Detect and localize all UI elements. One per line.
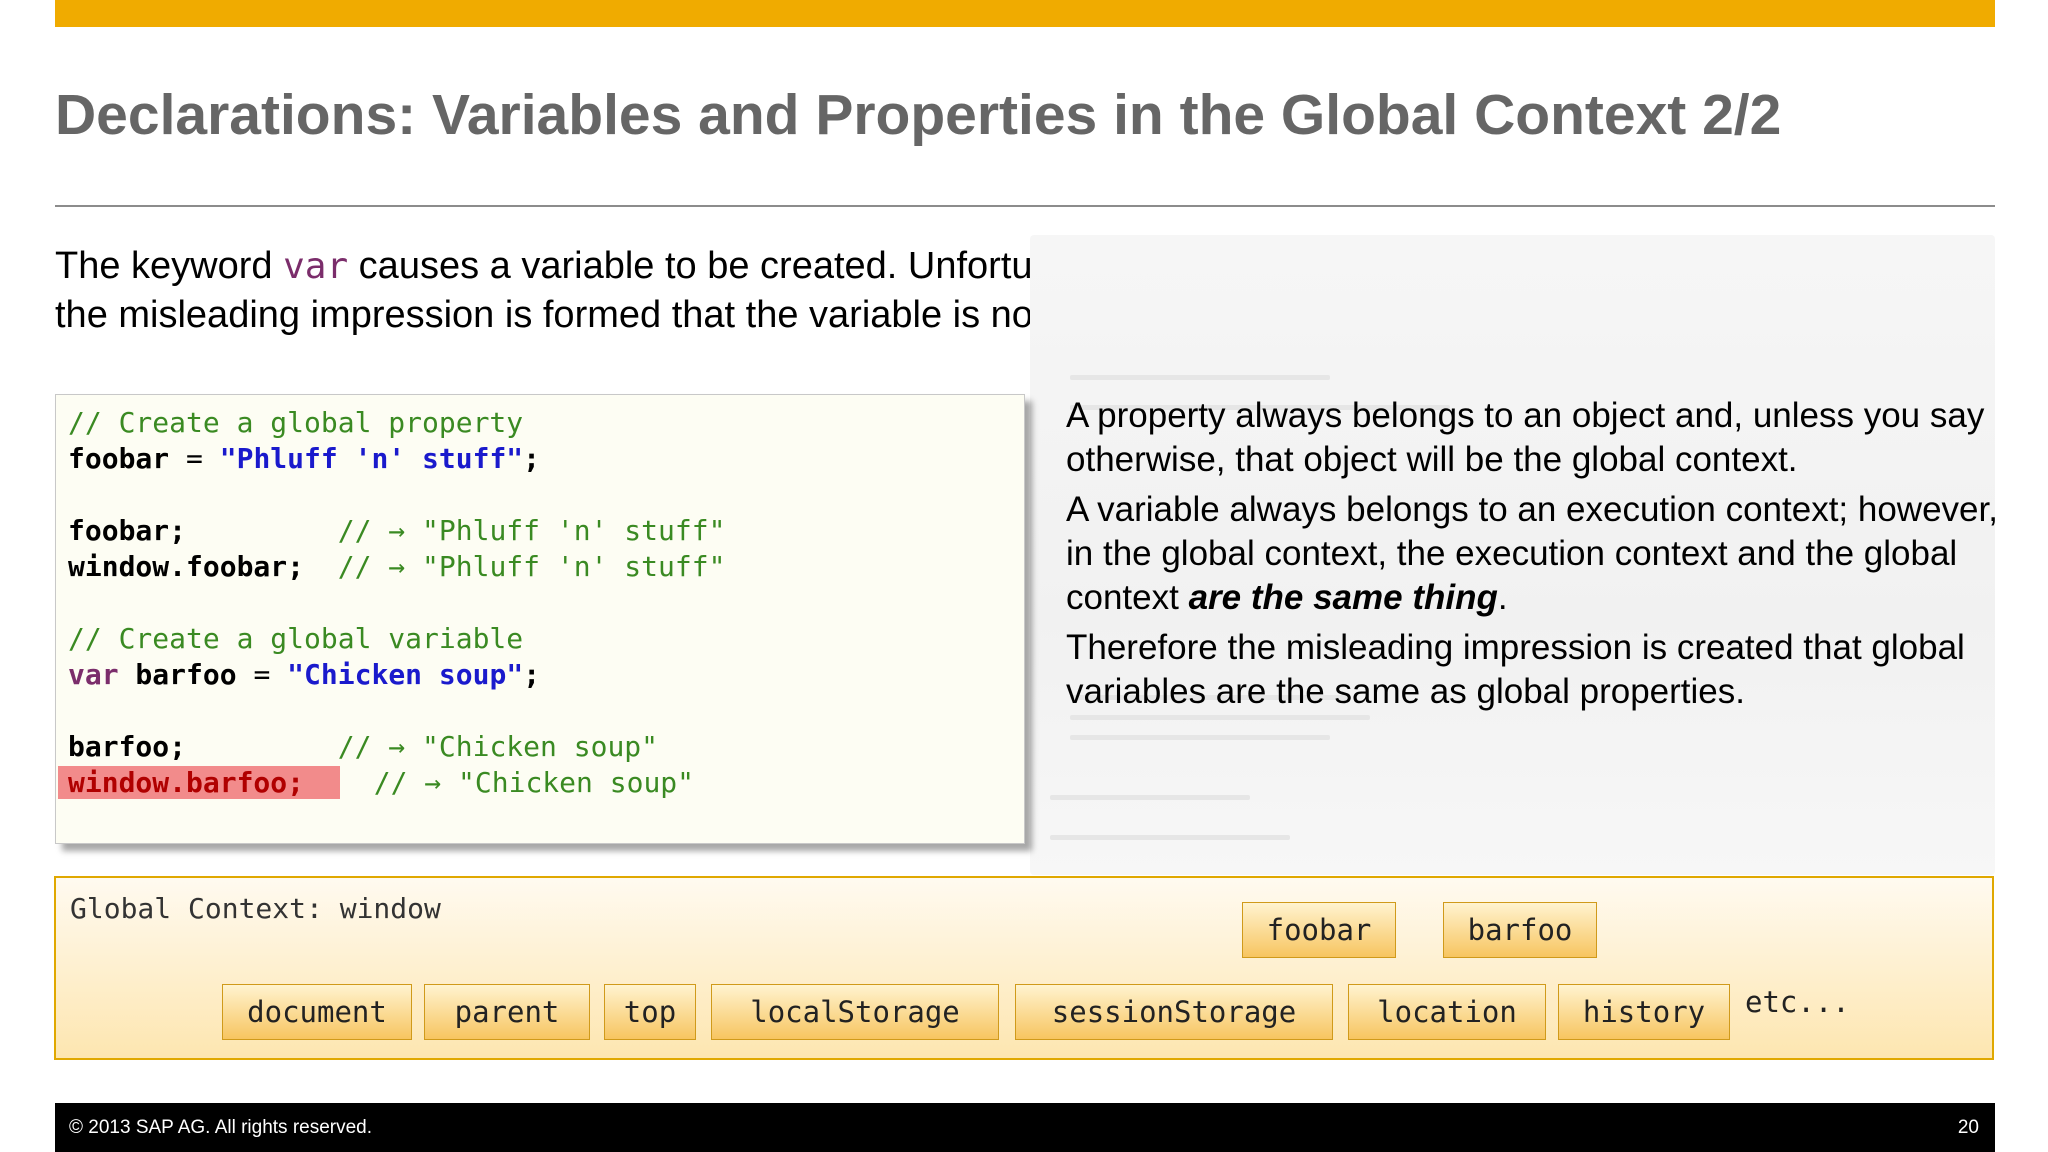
code-keyword: var [68,658,119,691]
emphasis-text: are the same thing [1188,578,1498,617]
code-example-box: // Create a global property foobar = "Ph… [55,394,1025,844]
intro-text-before: The keyword [55,245,284,287]
ghost-line [1070,735,1330,740]
code-block: // Create a global property foobar = "Ph… [58,405,726,801]
page-number: 20 [1957,1117,1979,1138]
code-semicolon: ; [523,658,541,691]
code-result-comment: // → "Chicken soup" [373,766,695,799]
slide-title: Declarations: Variables and Properties i… [55,83,1782,147]
code-comment: // Create a global property [68,406,524,439]
explanation-paragraph-conclusion: Therefore the misleading impression is c… [1066,628,1965,711]
code-highlighted-identifier: window.barfoo; [58,766,341,799]
explanation-paragraph-property: A property always belongs to an object a… [1066,396,1985,479]
explanation-text-after: . [1497,578,1508,617]
chip-document: document [222,984,412,1040]
code-string: "Phluff 'n' stuff" [219,442,524,475]
code-string: "Chicken soup" [287,658,524,691]
code-operator: = [236,658,288,691]
intro-keyword: var [283,246,349,287]
etc-label: etc... [1745,985,1850,1019]
chip-foobar: foobar [1242,902,1396,958]
code-result-comment: // → "Phluff 'n' stuff" [337,550,726,583]
chip-sessionstorage: sessionStorage [1015,984,1333,1040]
code-padding [186,514,338,547]
title-divider [55,205,1995,207]
code-comment: // Create a global variable [68,622,524,655]
code-operator: = [169,442,220,475]
ghost-line [1050,835,1290,840]
explanation-text: A property always belongs to an object a… [1066,394,2006,720]
ghost-line [1070,375,1330,380]
code-identifier: barfoo; [68,730,187,763]
code-identifier: foobar [68,442,170,475]
code-identifier: barfoo [118,658,237,691]
chip-location: location [1348,984,1546,1040]
code-padding [340,766,374,799]
code-padding [186,730,338,763]
copyright-text: © 2013 SAP AG. All rights reserved. [69,1117,373,1138]
chip-localstorage: localStorage [711,984,999,1040]
code-semicolon: ; [523,442,541,475]
chip-parent: parent [424,984,590,1040]
ghost-line [1050,795,1250,800]
global-context-label: Global Context: window [70,892,441,925]
code-padding [304,550,338,583]
footer-bar: © 2013 SAP AG. All rights reserved. 20 [55,1103,1995,1152]
chip-top: top [604,984,696,1040]
explanation-paragraph-variable: A variable always belongs to an executio… [1066,488,2006,620]
code-result-comment: // → "Chicken soup" [337,730,659,763]
code-identifier: foobar; [68,514,187,547]
chip-barfoo: barfoo [1443,902,1597,958]
code-result-comment: // → "Phluff 'n' stuff" [337,514,726,547]
chip-history: history [1558,984,1730,1040]
top-accent-bar [55,0,1995,27]
code-identifier: window.foobar; [68,550,305,583]
